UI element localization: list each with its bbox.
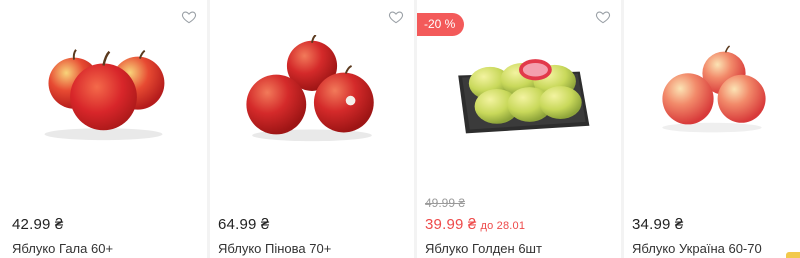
product-title[interactable]: Яблуко Гала 60+ [12,241,113,256]
heart-icon[interactable] [595,9,611,25]
promo-until: до 28.01 [480,220,526,232]
product-grid: 42.99 ₴ Яблуко Гала 60+ 64.99 ₴ Яблуко П… [0,0,800,258]
product-price: 42.99 ₴ [12,216,64,233]
product-image[interactable] [644,35,780,145]
discount-badge: -20 % [417,13,465,36]
product-image[interactable] [230,35,394,145]
product-card-gala[interactable]: 42.99 ₴ Яблуко Гала 60+ [0,0,207,258]
product-price: 64.99 ₴ [218,216,270,233]
heart-icon[interactable] [181,9,197,25]
product-card-golden[interactable]: -20 % 49.99 ₴ 39.99 ₴ до 28.01 Яблуко Го… [417,0,621,258]
scroll-indicator[interactable] [786,252,800,258]
product-title[interactable]: Яблуко Пінова 70+ [218,241,331,256]
product-image[interactable] [437,35,601,145]
heart-icon[interactable] [388,9,404,25]
product-title[interactable]: Яблуко Україна 60-70 [632,241,762,256]
sale-price: 39.99 ₴ [425,216,477,233]
product-card-ukraina[interactable]: 34.99 ₴ Яблуко Україна 60-70 [624,0,800,258]
product-card-pinova[interactable]: 64.99 ₴ Яблуко Пінова 70+ [210,0,414,258]
product-price: 39.99 ₴ до 28.01 [425,216,525,233]
product-image[interactable] [20,35,187,145]
old-price: 49.99 ₴ [425,196,466,210]
product-title[interactable]: Яблуко Голден 6шт [425,241,542,256]
product-price: 34.99 ₴ [632,216,684,233]
